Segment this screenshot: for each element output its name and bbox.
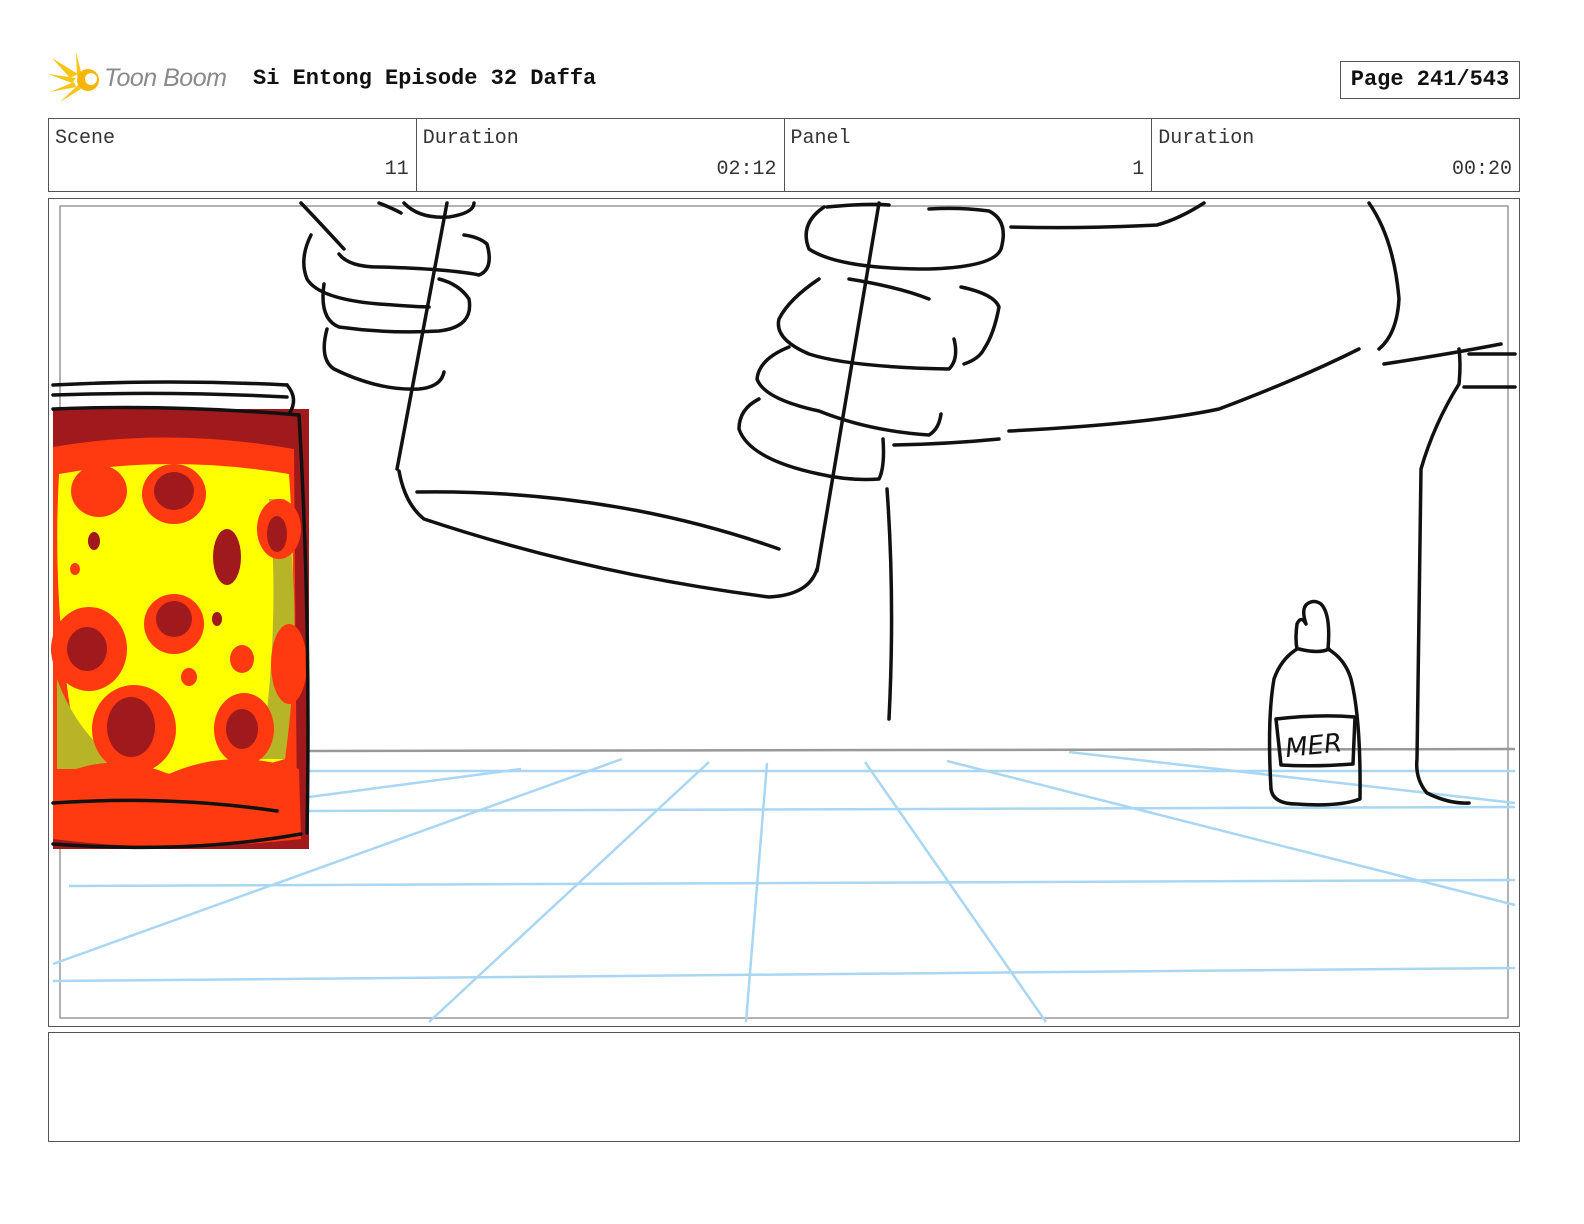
panel-value: 1 (1132, 158, 1145, 181)
panel-duration-label: Duration (1158, 127, 1255, 150)
line-art (299, 201, 1517, 805)
storyboard-panel: MER (48, 198, 1520, 1027)
bottle-label: MER (1284, 728, 1344, 764)
document-title: Si Entong Episode 32 Daffa (253, 66, 597, 91)
scene-value: 11 (384, 158, 409, 181)
panel-cell: Panel 1 (785, 119, 1153, 191)
scene-duration-cell: Duration 02:12 (417, 119, 785, 191)
scene-duration-label: Duration (422, 127, 519, 150)
panel-drawing: MER (51, 201, 1517, 1023)
panel-duration-value: 00:20 (1451, 158, 1512, 181)
scene-label: Scene (55, 127, 116, 150)
small-bottle-illustration (1267, 599, 1362, 807)
page-number: Page 241/543 (1340, 61, 1520, 99)
page-header: Toon Boom Si Entong Episode 32 Daffa Pag… (48, 52, 1520, 106)
logo-text: Toon Boom (104, 64, 227, 92)
scene-cell: Scene 11 (49, 119, 417, 191)
panel-notes-box (48, 1032, 1520, 1142)
scene-info-table: Scene 11 Duration 02:12 Panel 1 Duration… (48, 118, 1520, 192)
scene-duration-value: 02:12 (716, 158, 777, 181)
jar-illustration (51, 380, 310, 850)
panel-label: Panel (790, 127, 851, 150)
panel-duration-cell: Duration 00:20 (1152, 119, 1519, 191)
toon-boom-logo: Toon Boom (48, 52, 238, 106)
toon-boom-star-icon (48, 52, 99, 102)
